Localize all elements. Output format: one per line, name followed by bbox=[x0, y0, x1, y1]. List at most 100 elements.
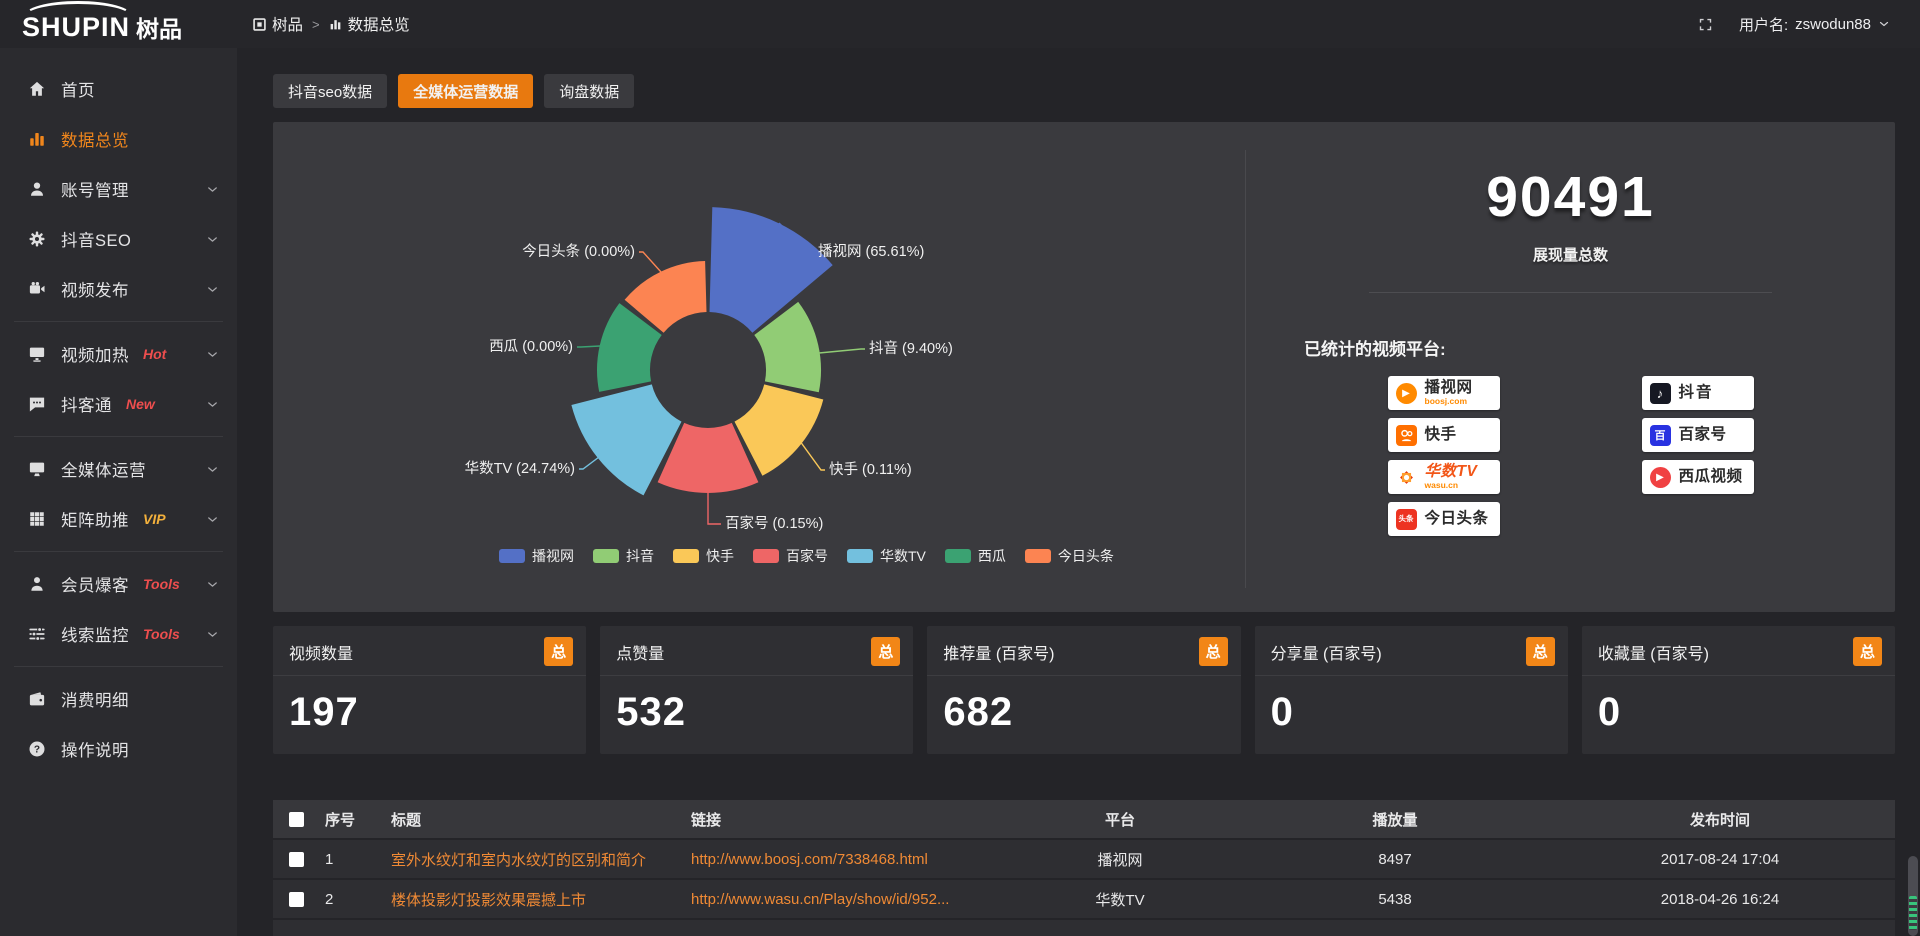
video-url-link[interactable]: http://www.wasu.cn/Play/show/id/952... bbox=[685, 891, 995, 908]
videos-table: 序号标题链接平台播放量发布时间1室外水纹灯和室内水纹灯的区别和简介http://… bbox=[273, 800, 1895, 936]
platform-name: 快手 bbox=[1425, 427, 1457, 443]
sidebar-item-全媒体运营[interactable]: 全媒体运营 bbox=[0, 444, 237, 494]
chevron-down-icon bbox=[206, 513, 219, 526]
total-badge[interactable]: 总 bbox=[1853, 637, 1882, 666]
legend-item-百家号[interactable]: 百家号 bbox=[753, 546, 828, 566]
home-icon bbox=[27, 80, 46, 99]
sidebar-item-线索监控[interactable]: 线索监控Tools bbox=[0, 609, 237, 659]
tab-询盘数据[interactable]: 询盘数据 bbox=[544, 74, 634, 108]
total-impressions-label: 展现量总数 bbox=[1246, 244, 1895, 265]
total-badge[interactable]: 总 bbox=[871, 637, 900, 666]
sidebar-item-矩阵助推[interactable]: 矩阵助推VIP bbox=[0, 494, 237, 544]
tab-全媒体运营数据[interactable]: 全媒体运营数据 bbox=[398, 74, 533, 108]
total-badge[interactable]: 总 bbox=[1199, 637, 1228, 666]
legend-item-快手[interactable]: 快手 bbox=[673, 546, 734, 566]
legend-item-西瓜[interactable]: 西瓜 bbox=[945, 546, 1006, 566]
video-url-link[interactable]: http://www.boosj.com/7338468.html bbox=[685, 851, 995, 868]
tab-抖音seo数据[interactable]: 抖音seo数据 bbox=[273, 74, 387, 108]
stat-card-推荐量 (百家号): 推荐量 (百家号)总682 bbox=[927, 626, 1240, 754]
row-checkbox[interactable] bbox=[289, 892, 304, 907]
breadcrumb-separator: > bbox=[312, 17, 320, 32]
video-icon bbox=[27, 280, 46, 299]
legend-swatch bbox=[1025, 549, 1051, 563]
pie-slice-播视网[interactable] bbox=[710, 207, 833, 333]
platform-name: 今日头条 bbox=[1425, 511, 1489, 527]
brand-logo[interactable]: SHUPIN 树品 bbox=[0, 0, 237, 48]
stat-card-收藏量 (百家号): 收藏量 (百家号)总0 bbox=[1582, 626, 1895, 754]
total-badge[interactable]: 总 bbox=[1526, 637, 1555, 666]
app-square-icon bbox=[253, 18, 266, 31]
question-icon: ? bbox=[27, 740, 46, 759]
platforms-title: 已统计的视频平台: bbox=[1304, 335, 1895, 360]
stat-value: 532 bbox=[600, 676, 913, 735]
platform-name: 西瓜视频 bbox=[1679, 469, 1743, 485]
logo-arc bbox=[24, 1, 132, 31]
column-header-序号: 序号 bbox=[319, 809, 385, 830]
main-content: 抖音seo数据全媒体运营数据询盘数据 播视网 (65.61%)抖音 (9.40%… bbox=[237, 48, 1920, 936]
stat-label: 分享量 (百家号) bbox=[1271, 640, 1382, 664]
cell: 2 bbox=[319, 891, 385, 908]
legend-item-抖音[interactable]: 抖音 bbox=[593, 546, 654, 566]
pie-label: 快手 (0.11%) bbox=[829, 461, 912, 478]
row-checkbox[interactable] bbox=[289, 852, 304, 867]
app: SHUPIN 树品 树品 > 数据总览 用户名: zswodun88 首页数据总… bbox=[0, 0, 1920, 936]
label-line bbox=[797, 437, 825, 470]
fullscreen-icon[interactable] bbox=[1698, 17, 1713, 32]
chart-legend: 播视网抖音快手百家号华数TV 西瓜今日头条 bbox=[499, 546, 1114, 566]
rose-chart-area[interactable]: 播视网 (65.61%)抖音 (9.40%)快手 (0.11%)百家号 (0.1… bbox=[273, 122, 1253, 612]
stat-label: 点赞量 bbox=[616, 640, 664, 664]
platform-name: 播视网 bbox=[1425, 380, 1473, 396]
legend-swatch bbox=[499, 549, 525, 563]
sidebar-item-视频发布[interactable]: 视频发布 bbox=[0, 264, 237, 314]
user-name: zswodun88 bbox=[1795, 16, 1871, 33]
table-row: 2楼体投影灯投影效果震撼上市http://www.wasu.cn/Play/sh… bbox=[273, 880, 1895, 920]
video-title-link[interactable]: 室外水纹灯和室内水纹灯的区别和简介 bbox=[385, 849, 685, 870]
platform-badge-抖音: ♪抖音 bbox=[1642, 376, 1754, 410]
baijiahao-logo-icon: 百 bbox=[1650, 425, 1671, 446]
cell: 5438 bbox=[1245, 891, 1545, 908]
sidebar-item-label: 视频加热 bbox=[61, 342, 129, 366]
platform-name: 华数TV bbox=[1425, 464, 1478, 480]
cell: 1 bbox=[319, 851, 385, 868]
video-title-link[interactable]: 楼体投影灯投影效果震撼上市 bbox=[385, 889, 685, 910]
legend-item-华数TV[interactable]: 华数TV bbox=[847, 546, 926, 566]
sidebar-item-账号管理[interactable]: 账号管理 bbox=[0, 164, 237, 214]
total-badge[interactable]: 总 bbox=[544, 637, 573, 666]
sidebar-item-抖音SEO[interactable]: 抖音SEO bbox=[0, 214, 237, 264]
chart-panel: 播视网 (65.61%)抖音 (9.40%)快手 (0.11%)百家号 (0.1… bbox=[273, 122, 1895, 612]
sidebar-item-首页[interactable]: 首页 bbox=[0, 64, 237, 114]
column-header-播放量: 播放量 bbox=[1245, 809, 1545, 830]
sidebar-divider bbox=[14, 321, 223, 322]
sidebar-item-视频加热[interactable]: 视频加热 Hot bbox=[0, 329, 237, 379]
breadcrumb-root[interactable]: 树品 bbox=[253, 13, 303, 35]
legend-label: 播视网 bbox=[532, 546, 574, 566]
sidebar-item-数据总览[interactable]: 数据总览 bbox=[0, 114, 237, 164]
stat-card-分享量 (百家号): 分享量 (百家号)总0 bbox=[1255, 626, 1568, 754]
stats-row: 视频数量总197点赞量总532推荐量 (百家号)总682分享量 (百家号)总0收… bbox=[273, 626, 1895, 754]
topbar: SHUPIN 树品 树品 > 数据总览 用户名: zswodun88 bbox=[0, 0, 1920, 48]
sidebar-item-label: 抖客通 bbox=[61, 392, 112, 416]
sidebar-item-消费明细[interactable]: 消费明细 bbox=[0, 674, 237, 724]
select-all-checkbox[interactable] bbox=[289, 812, 304, 827]
person-icon bbox=[27, 575, 46, 594]
sidebar-item-会员爆客[interactable]: 会员爆客Tools bbox=[0, 559, 237, 609]
legend-item-今日头条[interactable]: 今日头条 bbox=[1025, 546, 1114, 566]
sidebar-item-操作说明[interactable]: ?操作说明 bbox=[0, 724, 237, 774]
scrollbar-thumb[interactable] bbox=[1908, 856, 1918, 936]
sidebar-item-tag: Hot bbox=[143, 346, 166, 362]
sidebar: 首页数据总览账号管理抖音SEO视频发布视频加热 Hot 抖客通New 全媒体运营矩阵助… bbox=[0, 48, 237, 936]
cell: 2018-04-26 16:24 bbox=[1545, 891, 1895, 908]
column-header-平台: 平台 bbox=[995, 809, 1245, 830]
topbar-right: 用户名: zswodun88 bbox=[1698, 14, 1920, 35]
breadcrumb-current[interactable]: 数据总览 bbox=[329, 13, 410, 35]
legend-swatch bbox=[753, 549, 779, 563]
platform-badge-百家号: 百百家号 bbox=[1642, 418, 1754, 452]
gear-icon bbox=[27, 230, 46, 249]
legend-item-播视网[interactable]: 播视网 bbox=[499, 546, 574, 566]
column-header-标题: 标题 bbox=[385, 809, 685, 830]
stat-label: 视频数量 bbox=[289, 640, 353, 664]
legend-swatch bbox=[847, 549, 873, 563]
xigua-logo-icon: ▶ bbox=[1650, 467, 1671, 488]
user-menu[interactable]: 用户名: zswodun88 bbox=[1739, 14, 1890, 35]
sidebar-item-抖客通[interactable]: 抖客通New bbox=[0, 379, 237, 429]
